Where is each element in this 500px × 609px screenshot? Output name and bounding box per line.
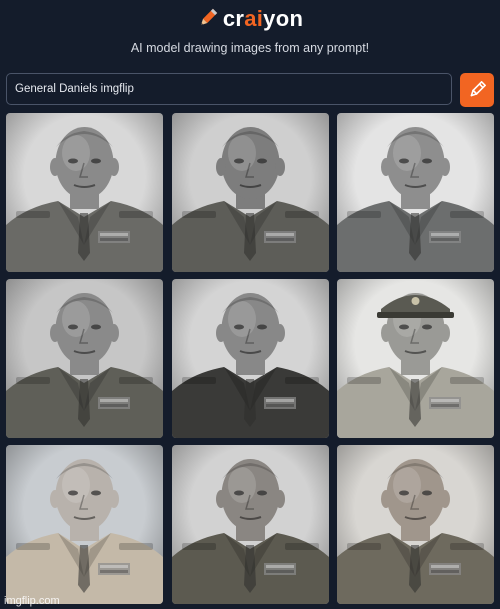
logo-text-accent: ai (244, 6, 264, 31)
generated-image-2[interactable] (171, 113, 329, 272)
results-grid (6, 113, 494, 607)
generated-image-6[interactable] (337, 279, 494, 438)
imgflip-watermark: imgflip.com (4, 595, 60, 607)
draw-button[interactable] (460, 73, 494, 107)
craiyon-logo[interactable]: craiyon (0, 6, 500, 35)
generated-image-1[interactable] (6, 113, 163, 272)
logo-text-suffix: yon (263, 6, 304, 31)
pencil-icon (470, 81, 486, 97)
logo-text-prefix: cr (222, 6, 245, 31)
header: craiyon AI model drawing images from any… (0, 0, 500, 70)
prompt-row: General Daniels imgflip (6, 73, 494, 107)
tagline: AI model drawing images from any prompt! (130, 41, 370, 55)
generated-image-4[interactable] (6, 279, 163, 438)
generated-image-9[interactable] (337, 445, 494, 604)
generated-image-7[interactable] (6, 445, 163, 604)
pencil-logo-icon (197, 7, 219, 35)
generated-image-5[interactable] (171, 279, 329, 438)
generated-image-8[interactable] (171, 445, 329, 604)
prompt-input[interactable]: General Daniels imgflip (6, 73, 452, 105)
generated-image-3[interactable] (337, 113, 494, 272)
